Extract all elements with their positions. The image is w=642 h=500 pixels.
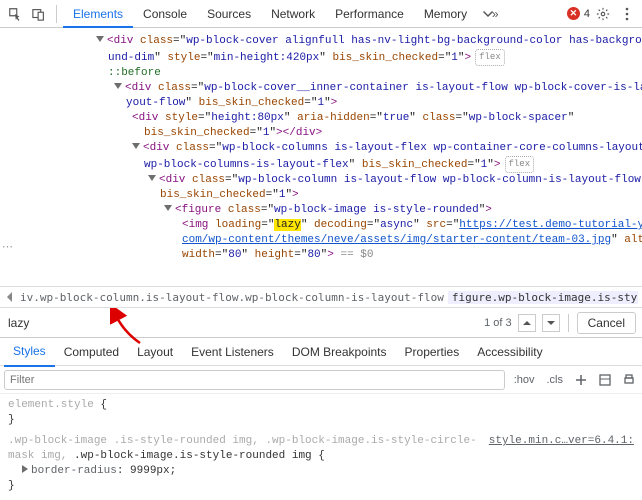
new-style-rule-icon[interactable] <box>572 371 590 389</box>
dom-node[interactable]: ::before <box>8 66 642 81</box>
dom-node[interactable]: <img loading="lazy" decoding="async" src… <box>8 218 642 233</box>
panel-tabs: Elements Console Sources Network Perform… <box>63 0 477 27</box>
devtools-toolbar: Elements Console Sources Network Perform… <box>0 0 642 28</box>
stab-layout[interactable]: Layout <box>128 338 182 366</box>
dom-node[interactable]: wp-block-columns-is-layout-flex" bis_ski… <box>8 156 642 173</box>
error-count-text: 4 <box>584 8 590 20</box>
tab-network[interactable]: Network <box>261 0 325 27</box>
dom-node[interactable]: <div class="wp-block-cover alignfull has… <box>8 34 642 49</box>
dom-node[interactable]: com/wp-content/themes/neve/assets/img/st… <box>8 233 642 248</box>
stab-styles[interactable]: Styles <box>4 337 55 367</box>
separator <box>56 5 57 23</box>
tab-performance[interactable]: Performance <box>325 0 414 27</box>
error-count[interactable]: ✕ 4 <box>567 7 590 20</box>
breadcrumb-item[interactable]: figure.wp-block-image.is-style-rounded <box>448 291 638 304</box>
dom-node[interactable]: yout-flow" bis_skin_checked="1"> <box>8 96 642 111</box>
computed-styles-icon[interactable] <box>596 371 614 389</box>
search-bar: 1 of 3 Cancel <box>0 308 642 338</box>
search-result-count: 1 of 3 <box>484 317 512 329</box>
dom-node[interactable]: und-dim" style="min-height:420px" bis_sk… <box>8 49 642 66</box>
tab-memory[interactable]: Memory <box>414 0 477 27</box>
error-icon: ✕ <box>567 7 580 20</box>
styles-pane[interactable]: element.style { } .wp-block-image .is-st… <box>0 394 642 498</box>
hov-toggle[interactable]: :hov <box>511 374 538 386</box>
brace-close: } <box>8 413 634 428</box>
dom-node[interactable]: <div class="wp-block-cover__inner-contai… <box>8 81 642 96</box>
stylesheet-source-link[interactable]: style.min.c…ver=6.4.1: <box>489 434 634 449</box>
tab-elements[interactable]: Elements <box>63 0 133 28</box>
breadcrumb: iv.wp-block-column.is-layout-flow.wp-blo… <box>0 286 642 308</box>
stab-accessibility[interactable]: Accessibility <box>468 338 551 366</box>
expand-icon[interactable] <box>22 465 28 473</box>
dom-node[interactable]: bis_skin_checked="1"> <box>8 188 642 203</box>
kebab-menu-icon[interactable] <box>616 3 638 25</box>
dom-node[interactable]: <figure class="wp-block-image is-style-r… <box>8 203 642 218</box>
search-prev-icon[interactable] <box>518 314 536 332</box>
cls-toggle[interactable]: .cls <box>544 374 567 386</box>
breadcrumb-item[interactable]: iv.wp-block-column.is-layout-flow.wp-blo… <box>16 291 448 304</box>
tab-console[interactable]: Console <box>133 0 197 27</box>
device-toggle-icon[interactable] <box>28 3 50 25</box>
dom-node[interactable]: width="80" height="80"> == $0 <box>8 248 642 263</box>
cancel-button[interactable]: Cancel <box>577 312 636 334</box>
dom-node[interactable]: bis_skin_checked="1"></div> <box>8 126 642 141</box>
selector-matched: .wp-block-image.is-style-rounded img <box>74 450 312 462</box>
stab-dom-breakpoints[interactable]: DOM Breakpoints <box>283 338 396 366</box>
dom-tree[interactable]: <div class="wp-block-cover alignfull has… <box>0 28 642 286</box>
element-style-rule[interactable]: element.style { <box>8 398 634 413</box>
print-media-icon[interactable] <box>620 371 638 389</box>
breadcrumb-scroll-left[interactable] <box>4 289 16 305</box>
filter-input[interactable] <box>4 370 505 390</box>
css-declaration[interactable]: border-radius: 9999px; <box>8 464 634 479</box>
stab-event-listeners[interactable]: Event Listeners <box>182 338 283 366</box>
truncation-indicator: ⋯ <box>0 240 13 253</box>
search-input[interactable] <box>6 312 478 334</box>
stab-computed[interactable]: Computed <box>55 338 128 366</box>
styles-filter-row: :hov .cls <box>0 366 642 394</box>
more-tabs-icon[interactable]: » <box>479 3 501 25</box>
dom-node[interactable]: <div class="wp-block-columns is-layout-f… <box>8 141 642 156</box>
separator <box>568 314 569 332</box>
search-next-icon[interactable] <box>542 314 560 332</box>
css-rule[interactable]: .wp-block-image .is-style-rounded img, .… <box>8 434 634 464</box>
stab-properties[interactable]: Properties <box>396 338 469 366</box>
dom-node[interactable]: <div class="wp-block-column is-layout-fl… <box>8 173 642 188</box>
brace-close: } <box>8 479 634 494</box>
dom-node[interactable]: <div style="height:80px" aria-hidden="tr… <box>8 111 642 126</box>
styles-tabs: Styles Computed Layout Event Listeners D… <box>0 338 642 366</box>
inspect-icon[interactable] <box>4 3 26 25</box>
tab-sources[interactable]: Sources <box>197 0 261 27</box>
gear-icon[interactable] <box>592 3 614 25</box>
